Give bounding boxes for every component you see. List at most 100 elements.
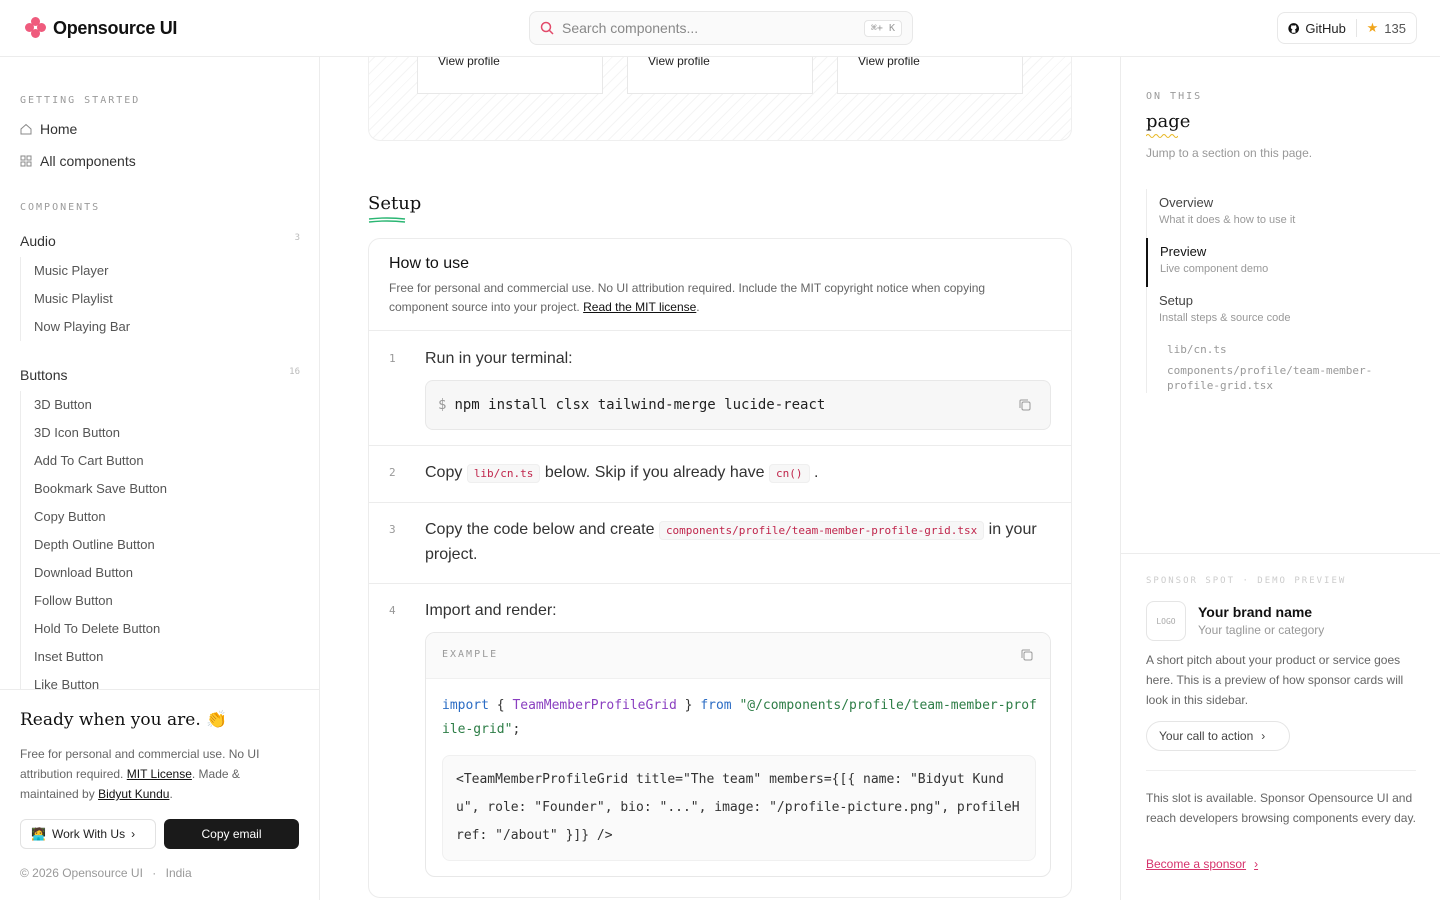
toc-subtitle: Install steps & source code — [1159, 312, 1291, 324]
preview-box: View profile View profile View profile — [368, 57, 1072, 141]
step-text: Copy the code below and create component… — [425, 518, 1045, 567]
jump-hint: Jump to a section on this page. — [1146, 146, 1313, 160]
github-label: GitHub — [1305, 20, 1346, 36]
group-audio[interactable]: Audio 3 — [20, 233, 300, 249]
toc-overview[interactable]: Overview What it does & how to use it — [1147, 189, 1396, 238]
page-heading: page — [1146, 111, 1190, 138]
copy-icon[interactable] — [1018, 398, 1032, 412]
divider — [1146, 770, 1416, 771]
toc-file-cn[interactable]: lib/cn.ts — [1147, 342, 1396, 357]
step-4: 4 Import and render: EXAMPLE import { Te… — [369, 583, 1071, 897]
step-text: Copy lib/cn.ts below. Skip if you alread… — [425, 461, 1045, 486]
group-buttons[interactable]: Buttons 16 — [20, 367, 300, 383]
location-text: India — [165, 866, 192, 880]
flower-logo-icon — [25, 17, 47, 39]
on-this-label: ON THIS — [1146, 91, 1203, 102]
top-header: Opensource UI Search components... ⌘+ K … — [0, 0, 1440, 57]
footer-text-3: . — [169, 787, 173, 801]
toc-file-component[interactable]: components/profile/team-member-profile-g… — [1147, 363, 1377, 393]
toc-preview[interactable]: Preview Live component demo — [1146, 238, 1396, 287]
work-with-us-button[interactable]: 🧑‍💻 Work With Us › — [20, 819, 156, 849]
author-link[interactable]: Bidyut Kundu — [98, 787, 169, 801]
terminal-command: $ npm install clsx tailwind-merge lucide… — [425, 380, 1051, 430]
group-buttons-count: 16 — [289, 367, 300, 377]
main-content: View profile View profile View profile S… — [320, 57, 1120, 900]
search-input[interactable]: Search components... ⌘+ K — [529, 11, 913, 45]
how-to-use-description: Free for personal and commercial use. No… — [389, 281, 986, 314]
copy-email-button[interactable]: Copy email — [164, 819, 299, 849]
underline-squiggle — [368, 217, 406, 223]
table-of-contents: Overview What it does & how to use it Pr… — [1146, 189, 1396, 393]
chevron-right-icon: › — [1254, 857, 1259, 871]
view-profile-link[interactable]: View profile — [417, 57, 603, 94]
list-item[interactable]: Music Player — [21, 257, 130, 285]
list-item[interactable]: Copy Button — [21, 503, 167, 531]
copyright: © 2026 Opensource UI · India — [20, 866, 192, 880]
sponsor-cta-label: Your call to action — [1159, 729, 1254, 743]
github-icon — [1288, 22, 1300, 34]
toc-setup[interactable]: Setup Install steps & source code — [1147, 287, 1396, 336]
list-item[interactable]: 3D Button — [21, 391, 167, 419]
inline-code: cn() — [769, 464, 810, 483]
person-avatar-icon: 🧑‍💻 — [31, 827, 46, 841]
example-code-block: EXAMPLE import { TeamMemberProfileGrid }… — [425, 632, 1051, 877]
list-item[interactable]: 3D Icon Button — [21, 419, 167, 447]
prompt-symbol: $ — [438, 397, 447, 413]
nav-home[interactable]: Home — [20, 121, 77, 137]
step-number: 3 — [389, 523, 396, 536]
list-item[interactable]: Download Button — [21, 559, 167, 587]
step-number: 1 — [389, 352, 396, 365]
group-audio-label: Audio — [20, 233, 56, 249]
step-text: Import and render: — [425, 602, 557, 619]
copyright-text: © 2026 Opensource UI — [20, 866, 143, 880]
list-item[interactable]: Add To Cart Button — [21, 447, 167, 475]
sidebar-footer: Ready when you are. 👏 Free for personal … — [0, 689, 319, 900]
setup-heading-text: Setup — [368, 193, 422, 214]
list-item[interactable]: Bookmark Save Button — [21, 475, 167, 503]
step-2: 2 Copy lib/cn.ts below. Skip if you alre… — [369, 445, 1071, 502]
become-sponsor-link[interactable]: Become a sponsor › — [1146, 857, 1258, 871]
sponsor-label: SPONSOR SPOT · DEMO PREVIEW — [1146, 576, 1347, 586]
example-label: EXAMPLE — [442, 649, 499, 660]
step-text: Run in your terminal: — [425, 350, 573, 367]
import-keyword: import — [442, 698, 489, 713]
inline-code: components/profile/team-member-profile-g… — [658, 521, 985, 540]
sponsor-logo: LOGO — [1146, 601, 1186, 641]
step-text-b: below. Skip if you already have — [544, 464, 765, 481]
view-profile-link[interactable]: View profile — [837, 57, 1023, 94]
sponsor-cta-button[interactable]: Your call to action › — [1146, 721, 1290, 751]
step-text-a: Copy the code below and create — [425, 521, 655, 538]
list-item[interactable]: Now Playing Bar — [21, 313, 130, 341]
sponsor-brand-name: Your brand name — [1198, 604, 1313, 620]
footer-title: Ready when you are. 👏 — [20, 710, 227, 730]
sponsor-available-text: This slot is available. Sponsor Opensour… — [1146, 791, 1416, 825]
nav-all-components[interactable]: All components — [20, 153, 136, 169]
from-keyword: from — [700, 698, 732, 713]
list-item[interactable]: Depth Outline Button — [21, 531, 167, 559]
section-label-components: COMPONENTS — [20, 202, 101, 213]
divider — [1355, 19, 1357, 37]
buttons-list: 3D Button 3D Icon Button Add To Cart But… — [20, 391, 167, 699]
view-profile-link[interactable]: View profile — [627, 57, 813, 94]
toc-subtitle: Live component demo — [1160, 263, 1269, 275]
brand-logo[interactable]: Opensource UI — [25, 17, 177, 39]
home-icon — [20, 123, 32, 135]
github-button[interactable]: GitHub ★ 135 — [1277, 12, 1417, 44]
step-number: 2 — [389, 466, 396, 479]
jsx-usage: <TeamMemberProfileGrid title="The team" … — [442, 755, 1036, 861]
install-command: npm install clsx tailwind-merge lucide-r… — [454, 397, 826, 413]
list-item[interactable]: Follow Button — [21, 587, 167, 615]
group-buttons-label: Buttons — [20, 367, 68, 383]
list-item[interactable]: Music Playlist — [21, 285, 130, 313]
group-audio-count: 3 — [294, 233, 300, 243]
list-item[interactable]: Inset Button — [21, 643, 167, 671]
mit-license-link[interactable]: MIT License — [127, 767, 192, 781]
brand-name: Opensource UI — [53, 17, 178, 38]
copy-icon[interactable] — [1020, 648, 1034, 662]
mit-license-link[interactable]: Read the MIT license — [583, 300, 696, 314]
toc-title: Setup — [1159, 293, 1193, 308]
toc-subtitle: What it does & how to use it — [1159, 214, 1296, 226]
step-text-c: . — [813, 464, 819, 481]
grid-icon — [20, 155, 32, 167]
list-item[interactable]: Hold To Delete Button — [21, 615, 167, 643]
